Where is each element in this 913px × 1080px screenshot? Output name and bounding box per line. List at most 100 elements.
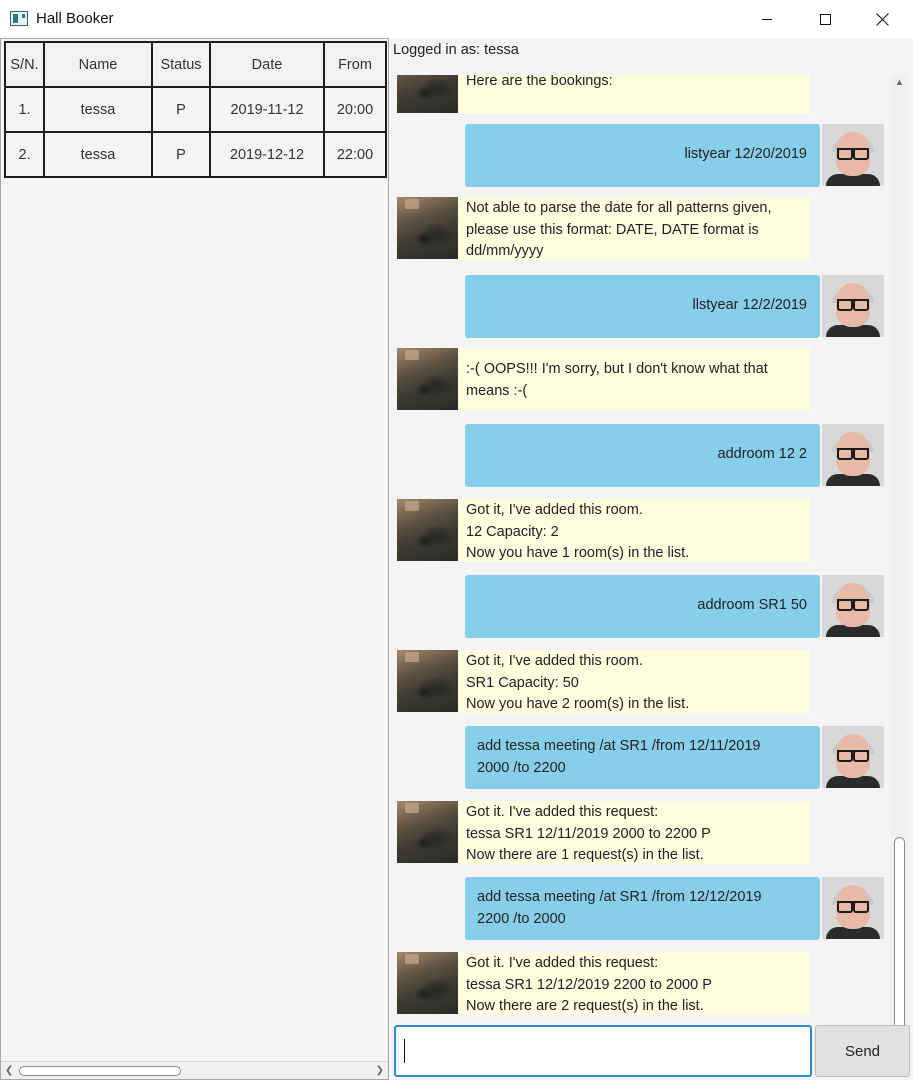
horizontal-scroll-thumb[interactable] bbox=[19, 1066, 181, 1076]
user-avatar bbox=[822, 575, 884, 637]
cell-name: tessa bbox=[43, 131, 153, 178]
send-button[interactable]: Send bbox=[815, 1025, 910, 1077]
user-avatar bbox=[822, 424, 884, 486]
avatar-glasses bbox=[837, 299, 869, 311]
bot-message: Got it. I've added this request: tessa SR… bbox=[394, 801, 891, 864]
message-line: means :-( bbox=[466, 382, 528, 399]
message-line: Now you have 1 room(s) in the list. bbox=[466, 545, 690, 561]
message-line: Got it. I've added this request: bbox=[466, 804, 659, 820]
login-status: Logged in as: tessa bbox=[393, 42, 519, 58]
cell-sn: 2. bbox=[4, 131, 45, 178]
scroll-up-icon[interactable]: ▲ bbox=[895, 77, 904, 87]
avatar-glasses bbox=[837, 750, 869, 762]
column-header-status[interactable]: Status bbox=[151, 41, 211, 88]
bot-message: Got it, I've added this room. 12 Capacity… bbox=[394, 499, 891, 562]
message-line: please use this format: DATE, DATE forma… bbox=[466, 221, 759, 238]
bookings-pane: S/N. Name Status Date From 1. tessa P 20… bbox=[0, 38, 389, 1080]
column-header-sn[interactable]: S/N. bbox=[4, 41, 45, 88]
bot-message: Not able to parse the date for all patte… bbox=[394, 197, 891, 260]
message-line: Now there are 1 request(s) in the list. bbox=[466, 847, 704, 863]
text-caret bbox=[404, 1039, 405, 1063]
cell-sn: 1. bbox=[4, 86, 45, 133]
window-title: Hall Booker bbox=[36, 10, 114, 27]
bot-message: Got it, I've added this room. SR1 Capacit… bbox=[394, 650, 891, 713]
avatar-glasses bbox=[837, 599, 869, 611]
maximize-button[interactable] bbox=[796, 0, 854, 38]
message-bubble: Got it. I've added this request: tessa SR… bbox=[458, 801, 810, 864]
table-header-row: S/N. Name Status Date From bbox=[4, 41, 387, 88]
message-bubble: add tessa meeting /at SR1 /from 12/11/20… bbox=[465, 726, 820, 789]
cell-date: 2019-11-12 bbox=[209, 86, 325, 133]
message-line: tessa SR1 12/12/2019 2200 to 2000 P bbox=[466, 976, 712, 993]
message-input[interactable] bbox=[394, 1025, 812, 1077]
horizontal-scrollbar[interactable]: ❮ ❯ bbox=[1, 1061, 388, 1079]
message-bubble: addroom SR1 50 bbox=[465, 575, 820, 638]
cell-status: P bbox=[151, 86, 211, 133]
vertical-scroll-thumb[interactable] bbox=[894, 837, 905, 1045]
scroll-right-icon[interactable]: ❯ bbox=[376, 1065, 384, 1076]
message-bubble: add tessa meeting /at SR1 /from 12/12/20… bbox=[465, 877, 820, 940]
message-bubble: :-( OOPS!!! I'm sorry, but I don't know … bbox=[458, 348, 810, 411]
bot-avatar bbox=[397, 348, 459, 410]
bot-avatar bbox=[397, 75, 459, 113]
bot-avatar bbox=[397, 952, 459, 1014]
bot-avatar bbox=[397, 650, 459, 712]
message-line: dd/mm/yyyy bbox=[466, 243, 544, 259]
minimize-icon bbox=[762, 18, 772, 20]
message-bubble: Not able to parse the date for all patte… bbox=[458, 197, 810, 260]
avatar-glasses bbox=[837, 448, 869, 460]
cell-status: P bbox=[151, 131, 211, 178]
message-bubble: llstyear 12/2/2019 bbox=[465, 275, 820, 338]
scroll-left-icon[interactable]: ❮ bbox=[5, 1065, 13, 1076]
bot-message: Here are the bookings: bbox=[394, 75, 891, 114]
message-line: addroom 12 2 bbox=[717, 446, 807, 462]
message-line: 2200 /to 2000 bbox=[477, 910, 566, 927]
message-bubble: Here are the bookings: bbox=[458, 75, 810, 114]
user-message: addroom SR1 50 bbox=[394, 575, 891, 638]
cell-name: tessa bbox=[43, 86, 153, 133]
message-bubble: addroom 12 2 bbox=[465, 424, 820, 487]
minimize-button[interactable] bbox=[738, 0, 796, 38]
message-line: 2000 /to 2200 bbox=[477, 759, 566, 776]
bot-avatar bbox=[397, 801, 459, 863]
user-message: add tessa meeting /at SR1 /from 12/11/20… bbox=[394, 726, 891, 789]
message-line: Got it, I've added this room. bbox=[466, 502, 643, 518]
message-bubble: Got it, I've added this room. 12 Capacity… bbox=[458, 499, 810, 562]
message-line: addroom SR1 50 bbox=[697, 597, 807, 613]
bookings-table: S/N. Name Status Date From 1. tessa P 20… bbox=[4, 41, 387, 178]
table-row[interactable]: 2. tessa P 2019-12-12 22:00 bbox=[4, 131, 387, 178]
avatar-glasses bbox=[837, 148, 869, 160]
user-avatar bbox=[822, 726, 884, 788]
user-avatar bbox=[822, 877, 884, 939]
user-message: listyear 12/20/2019 bbox=[394, 124, 891, 187]
message-line: Got it, I've added this room. bbox=[466, 653, 643, 669]
avatar-glasses bbox=[837, 901, 869, 913]
table-row[interactable]: 1. tessa P 2019-11-12 20:00 bbox=[4, 86, 387, 133]
user-message: addroom 12 2 bbox=[394, 424, 891, 487]
message-bubble: Got it. I've added this request: tessa SR… bbox=[458, 952, 810, 1015]
maximize-icon bbox=[819, 13, 831, 25]
bot-message: Got it. I've added this request: tessa SR… bbox=[394, 952, 891, 1015]
app-window-icon bbox=[10, 11, 28, 26]
dialog-container[interactable]: Here are the bookings: listyear 12/20/201… bbox=[394, 75, 891, 1059]
message-line: :-( OOPS!!! I'm sorry, but I don't know … bbox=[466, 361, 768, 377]
message-line: add tessa meeting /at SR1 /from 12/12/20… bbox=[477, 889, 762, 905]
cell-from: 22:00 bbox=[323, 131, 387, 178]
user-avatar bbox=[822, 275, 884, 337]
column-header-name[interactable]: Name bbox=[43, 41, 153, 88]
user-message: llstyear 12/2/2019 bbox=[394, 275, 891, 338]
close-button[interactable] bbox=[854, 0, 912, 38]
user-message: add tessa meeting /at SR1 /from 12/12/20… bbox=[394, 877, 891, 940]
message-bubble: listyear 12/20/2019 bbox=[465, 124, 820, 187]
bot-message: :-( OOPS!!! I'm sorry, but I don't know … bbox=[394, 348, 891, 411]
message-line: SR1 Capacity: 50 bbox=[466, 674, 579, 691]
column-header-date[interactable]: Date bbox=[209, 41, 325, 88]
bot-avatar bbox=[397, 197, 459, 259]
message-line: 12 Capacity: 2 bbox=[466, 523, 559, 540]
vertical-scrollbar[interactable]: ▲ ▼ bbox=[891, 75, 908, 1059]
user-avatar bbox=[822, 124, 884, 186]
column-header-from[interactable]: From bbox=[323, 41, 387, 88]
bot-avatar bbox=[397, 499, 459, 561]
message-line: Here are the bookings: bbox=[466, 75, 613, 89]
message-bubble: Got it, I've added this room. SR1 Capacit… bbox=[458, 650, 810, 713]
